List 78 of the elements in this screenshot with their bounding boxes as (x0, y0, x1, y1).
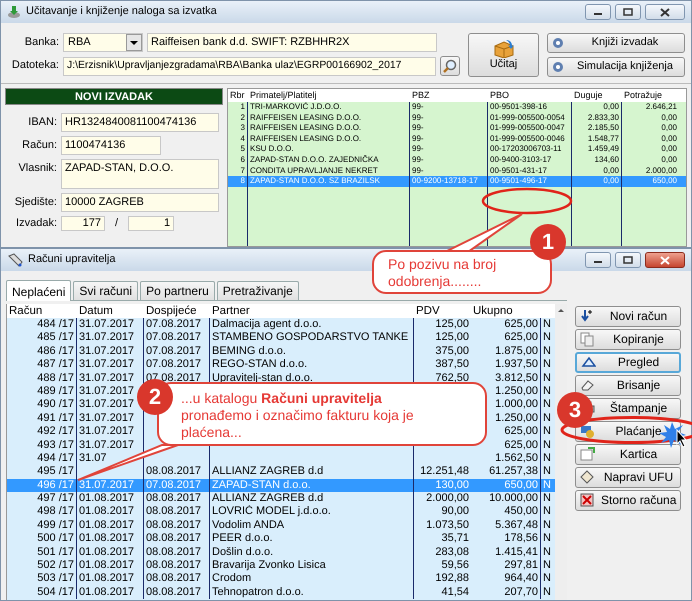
table-cell-text: N (542, 318, 552, 332)
table-cell-text: N (542, 358, 552, 372)
table-cell-text: N (542, 518, 552, 532)
table-cell-text: N (542, 398, 552, 412)
column-header: Račun (8, 304, 44, 318)
table-cell: ZAPAD-STAN D.O.O. SZ BRAZILSK (248, 176, 410, 187)
table-cell-text: N (542, 505, 552, 519)
table-cell-text: 650,00 (652, 176, 678, 187)
table-cell: 00-9501-496-17 (488, 176, 572, 187)
column-header: PBO (489, 89, 510, 102)
table-cell: 08.08.2017 (144, 586, 210, 600)
table-cell-text: 762,50 (434, 372, 470, 385)
table-cell-text: 2.000,00 (644, 166, 678, 176)
table-cell: 504 /17 (7, 586, 77, 600)
column-header: Rbr (229, 89, 246, 102)
table-cell-text: N (542, 532, 552, 546)
table-cell-text: N (542, 492, 552, 506)
table-cell-text: N (542, 559, 552, 572)
table-cell-text: N (542, 425, 552, 439)
table-cell: 00-9200-13718-17 (410, 176, 488, 187)
table-cell-text: 125,00 (434, 318, 470, 332)
table-cell-text: 0,00 (660, 123, 678, 134)
column-header: Partner (211, 304, 251, 318)
table-cell-text: N (542, 372, 552, 385)
bank-name-field: Raiffeisen bank d.d. SWIFT: RZBHHR2X (147, 33, 437, 52)
table-cell-text: 90,00 (440, 505, 470, 519)
field-label: Račun: (21, 138, 57, 152)
window-title: Učitavanje i knjiženje naloga sa izvatka (26, 5, 217, 19)
table-cell-text: N (542, 452, 552, 466)
table-cell-text: N (542, 572, 552, 586)
table-cell-text: 387,50 (434, 358, 470, 372)
window-title: Računi upravitelja (28, 253, 116, 267)
field-label: Banka: (24, 36, 59, 50)
table-cell-text: 2.646,21 (644, 102, 678, 113)
field-label: Sjedište: (14, 195, 57, 210)
table-cell-text: 12.251,48 (419, 465, 470, 479)
statement-header: NOVI IZVADAK (5, 88, 223, 105)
table-cell-text: 0,00 (660, 134, 678, 144)
table-cell-text: N (542, 331, 552, 345)
table-cell-text: N (542, 438, 552, 452)
table-cell-text: N (542, 344, 552, 358)
field-label: Vlasnik: (17, 161, 57, 176)
table-cell-text: N (542, 478, 552, 492)
table-cell-text: N (542, 586, 552, 600)
table-cell: 207,70 (471, 586, 541, 600)
table-cell-text: 283,08 (434, 546, 470, 560)
table-cell: 0,00 (572, 176, 622, 187)
table-cell-text: 125,00 (434, 331, 470, 345)
table-cell: 8 (228, 176, 248, 187)
table-cell-text: 0,00 (660, 144, 678, 155)
table-cell-text: 41,54 (440, 586, 470, 600)
column-header: Potražuje (623, 89, 664, 102)
field-label: IBAN: (27, 115, 57, 130)
separator-text: / (114, 216, 120, 230)
table-cell-text: 35,71 (440, 532, 470, 546)
column-header: Dospijeće (145, 304, 198, 318)
field-label: Izvadak: (15, 216, 57, 230)
column-header: PBZ (411, 89, 431, 102)
table-cell-text: N (542, 546, 552, 560)
table-cell-text: 375,00 (434, 344, 470, 358)
field-label: Datoteka: (10, 59, 59, 73)
table-cell-text: N (542, 412, 552, 426)
table-cell-text: 0,00 (660, 154, 678, 166)
column-header: Datum (78, 304, 114, 318)
column-header: Primatelj/Platitelj (249, 89, 318, 102)
column-header: PDV (415, 304, 441, 318)
table-cell-text: 59,56 (440, 559, 470, 572)
table-cell-text: N (542, 384, 552, 398)
column-header: Duguje (573, 89, 604, 102)
table-cell-text: 0,00 (660, 112, 678, 124)
table-cell: 01.08.2017 (77, 586, 144, 600)
table-cell-text: 130,00 (434, 478, 470, 492)
table-cell-text: N (542, 465, 552, 479)
column-header: Ukupno (472, 304, 514, 318)
table-cell: Tehnopatron d.o.o. (210, 586, 414, 600)
table-cell-text: 2.000,00 (425, 492, 470, 506)
table-cell-text: 192,88 (434, 572, 470, 586)
table-cell-text: 1.073,50 (425, 518, 470, 532)
